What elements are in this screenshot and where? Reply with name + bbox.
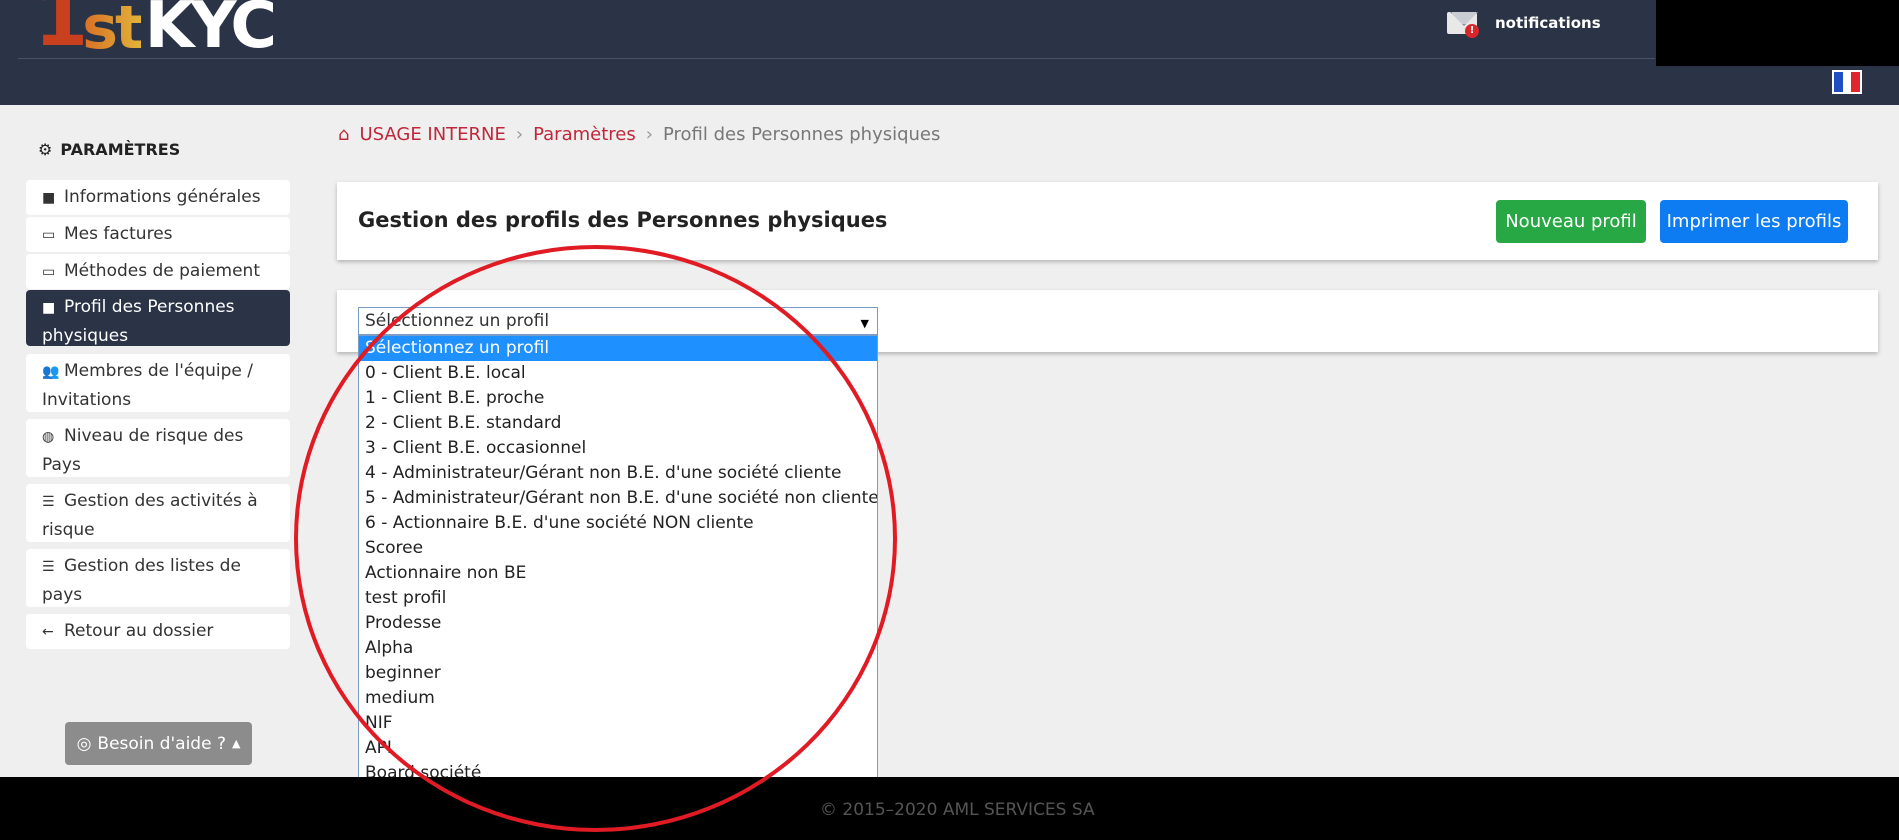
- dropdown-option[interactable]: Actionnaire non BE: [359, 561, 877, 586]
- profile-select-value: Sélectionnez un profil: [365, 311, 550, 331]
- notifications-label: notifications: [1495, 14, 1601, 32]
- home-icon[interactable]: ⌂: [338, 124, 349, 145]
- dropdown-option[interactable]: Scoree: [359, 536, 877, 561]
- help-button-label: Besoin d'aide ?: [97, 733, 226, 754]
- sidebar-item-mes-factures[interactable]: ▭ Mes factures: [26, 217, 290, 252]
- sidebar-item-retour-dossier[interactable]: ← Retour au dossier: [26, 614, 290, 649]
- folder-icon: ■: [42, 300, 56, 316]
- breadcrumb-home[interactable]: USAGE INTERNE: [359, 124, 505, 145]
- sidebar-item-label: Membres de l'équipe / Invitations: [42, 361, 253, 410]
- breadcrumb-parametres[interactable]: Paramètres: [533, 124, 636, 145]
- logo[interactable]: 1 st KYC: [34, 0, 273, 58]
- dropdown-option[interactable]: NIF: [359, 711, 877, 736]
- dropdown-option[interactable]: 0 - Client B.E. local: [359, 361, 877, 386]
- sidebar-item-informations-generales[interactable]: ■ Informations générales: [26, 180, 290, 215]
- profile-dropdown-list: Sélectionnez un profil 0 - Client B.E. lo…: [358, 335, 878, 811]
- sidebar-item-profil-personnes-physiques[interactable]: ■ Profil des Personnes physiques: [26, 290, 290, 346]
- envelope-icon: !: [1445, 8, 1481, 38]
- logo-part-1: 1: [34, 0, 88, 58]
- help-button[interactable]: ◎ Besoin d'aide ? ▲: [65, 722, 252, 765]
- sidebar-item-membres-equipe[interactable]: 👥 Membres de l'équipe / Invitations: [26, 354, 290, 412]
- dropdown-option[interactable]: API: [359, 736, 877, 761]
- french-flag-icon[interactable]: [1832, 70, 1862, 94]
- top-navbar: [0, 0, 1899, 105]
- dropdown-option[interactable]: 3 - Client B.E. occasionnel: [359, 436, 877, 461]
- dropdown-option[interactable]: 5 - Administrateur/Gérant non B.E. d'une…: [359, 486, 877, 511]
- list-icon: ☰: [42, 494, 55, 510]
- gear-icon: ⚙: [38, 140, 53, 159]
- dropdown-option[interactable]: Alpha: [359, 636, 877, 661]
- dropdown-option[interactable]: 1 - Client B.E. proche: [359, 386, 877, 411]
- sidebar-item-methodes-paiement[interactable]: ▭ Méthodes de paiement: [26, 254, 290, 289]
- sidebar-item-label: Profil des Personnes physiques: [42, 297, 235, 346]
- list-icon: ☰: [42, 559, 55, 575]
- notifications-link[interactable]: ! notifications: [1445, 8, 1601, 38]
- sidebar-item-label: Niveau de risque des Pays: [42, 426, 244, 475]
- dropdown-option[interactable]: 4 - Administrateur/Gérant non B.E. d'une…: [359, 461, 877, 486]
- dropdown-option[interactable]: medium: [359, 686, 877, 711]
- logo-part-2: st: [82, 0, 143, 58]
- sidebar-item-listes-pays[interactable]: ☰ Gestion des listes de pays: [26, 549, 290, 607]
- print-profiles-button[interactable]: Imprimer les profils: [1660, 200, 1848, 243]
- dropdown-option[interactable]: 6 - Actionnaire B.E. d'une société NON c…: [359, 511, 877, 536]
- breadcrumb-current: Profil des Personnes physiques: [662, 124, 941, 145]
- caret-up-icon: ▲: [231, 737, 241, 750]
- sidebar-item-activites-risque[interactable]: ☰ Gestion des activités à risque: [26, 484, 290, 542]
- arrow-left-icon: ←: [42, 624, 54, 640]
- dropdown-option[interactable]: 2 - Client B.E. standard: [359, 411, 877, 436]
- notification-badge: !: [1465, 24, 1479, 38]
- credit-card-icon: ▭: [42, 227, 56, 243]
- breadcrumb-separator: ›: [515, 124, 524, 145]
- lifebuoy-icon: ◎: [76, 733, 92, 754]
- sidebar-item-label: Gestion des listes de pays: [42, 556, 241, 605]
- dropdown-option[interactable]: beginner: [359, 661, 877, 686]
- dropdown-option[interactable]: Sélectionnez un profil: [359, 336, 877, 361]
- sidebar-title-text: PARAMÈTRES: [60, 140, 181, 159]
- sidebar-item-niveau-risque-pays[interactable]: ◍ Niveau de risque des Pays: [26, 419, 290, 477]
- sidebar-item-label: Méthodes de paiement: [64, 261, 260, 281]
- page-title: Gestion des profils des Personnes physiq…: [358, 208, 888, 232]
- dropdown-arrow-icon: ▼: [860, 317, 869, 330]
- folder-icon: ■: [42, 190, 56, 206]
- globe-icon: ◍: [42, 429, 55, 445]
- footer-copyright: © 2015–2020 AML SERVICES SA: [820, 800, 1095, 820]
- sidebar-item-label: Retour au dossier: [64, 621, 214, 641]
- sidebar-title: ⚙ PARAMÈTRES: [38, 140, 180, 159]
- navbar-divider: [18, 58, 1655, 59]
- header-black-area: [1656, 0, 1899, 66]
- sidebar-item-label: Informations générales: [64, 187, 261, 207]
- new-profile-button[interactable]: Nouveau profil: [1496, 200, 1646, 243]
- sidebar-item-label: Gestion des activités à risque: [42, 491, 258, 540]
- dropdown-option[interactable]: Prodesse: [359, 611, 877, 636]
- users-icon: 👥: [42, 364, 60, 380]
- dropdown-option[interactable]: test profil: [359, 586, 877, 611]
- logo-part-3: KYC: [144, 0, 274, 58]
- profile-select[interactable]: Sélectionnez un profil ▼: [358, 307, 878, 335]
- sidebar-item-label: Mes factures: [64, 224, 173, 244]
- breadcrumb: ⌂ USAGE INTERNE › Paramètres › Profil de…: [338, 124, 940, 145]
- breadcrumb-separator: ›: [645, 124, 653, 145]
- credit-card-icon: ▭: [42, 264, 56, 280]
